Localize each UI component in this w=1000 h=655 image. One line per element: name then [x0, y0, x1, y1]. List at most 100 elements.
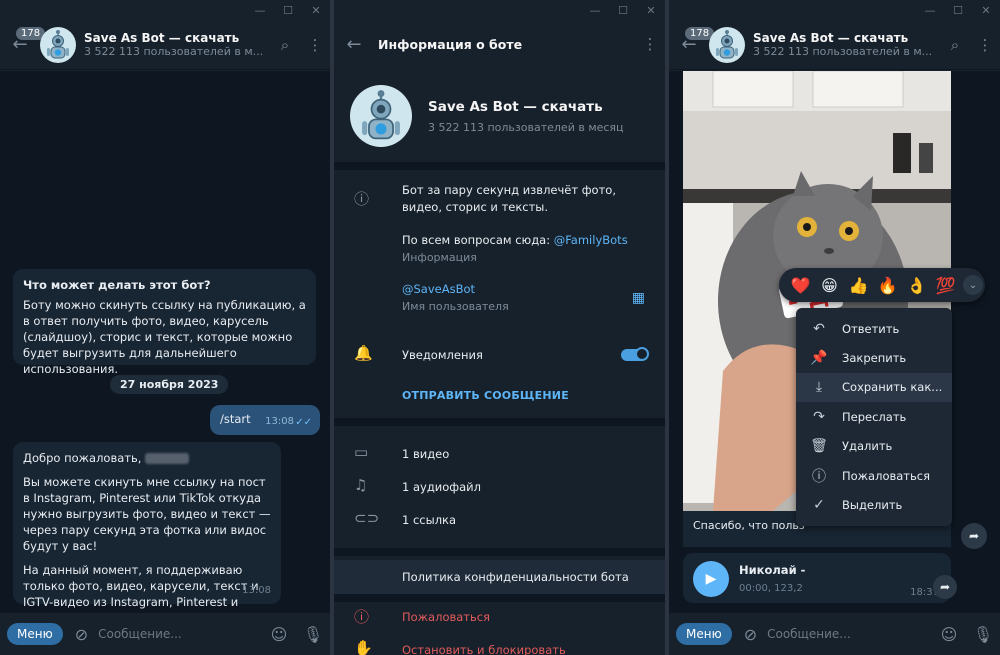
chat-header: ← 178 Save As Bot — скачать 3 522 113 по…	[669, 20, 1000, 70]
chat-subtitle: 3 522 113 пользователей в м...	[753, 45, 933, 58]
menu-item-pin[interactable]: 📌 Закрепить	[796, 343, 952, 372]
profile-section: Save As Bot — скачать 3 522 113 пользова…	[334, 70, 665, 162]
microphone-icon[interactable]: 🎙	[296, 625, 330, 644]
media-video-row[interactable]: ▭ 1 видео	[334, 443, 665, 465]
contact-text: По всем вопросам сюда:	[402, 233, 551, 247]
reactions-bar: ❤️ 😁 👍 🔥 👌 💯 ⌄	[779, 268, 985, 302]
reaction-ok-hand-icon[interactable]: 👌	[903, 276, 930, 295]
message-input-bar: Меню ⊘ Сообщение... ☺ 🎙	[669, 613, 1000, 655]
chevron-down-icon[interactable]: ⌄	[963, 275, 983, 295]
check-circle-icon: ✓	[813, 497, 825, 514]
qr-code-icon[interactable]: ▦	[632, 290, 645, 306]
pin-icon: 📌	[810, 350, 828, 367]
bell-icon: 🔔	[354, 344, 373, 362]
link-icon: ⊂⊃	[354, 509, 380, 527]
more-vertical-icon[interactable]: ⋮	[635, 35, 665, 53]
reply-icon: ↶	[813, 320, 825, 337]
forward-icon: ↷	[813, 408, 825, 425]
back-arrow-icon[interactable]: ←	[334, 34, 374, 55]
reaction-100-icon[interactable]: 💯	[932, 276, 959, 295]
block-label: Остановить и блокировать	[402, 643, 566, 655]
username-label: Имя пользователя	[402, 300, 509, 313]
media-video-count: 1 видео	[402, 447, 450, 461]
notifications-toggle[interactable]	[621, 347, 649, 361]
more-vertical-icon[interactable]: ⋮	[300, 36, 330, 54]
bot-intro-bubble: Что может делать этот бот? Боту можно ск…	[13, 269, 316, 376]
menu-item-reply[interactable]: ↶ Ответить	[796, 314, 952, 343]
reaction-grin-icon[interactable]: 😁	[816, 276, 843, 295]
info-icon: ⓘ	[354, 190, 370, 208]
minimize-button[interactable]: —	[916, 0, 944, 20]
menu-item-delete[interactable]: 🗑 Удалить	[796, 432, 952, 461]
audio-message[interactable]: ▶ Николай - 00:00, 123,2 18:37	[683, 553, 951, 603]
caption-text: Спасибо, что польз	[693, 519, 805, 532]
media-link-count: 1 ссылка	[402, 513, 457, 527]
notifications-row[interactable]: 🔔 Уведомления	[334, 344, 665, 368]
search-icon[interactable]: ⌕	[940, 36, 970, 54]
media-link-row[interactable]: ⊂⊃ 1 ссылка	[334, 509, 665, 531]
bot-menu-button[interactable]: Меню	[676, 623, 732, 645]
forward-share-icon[interactable]: ➦	[961, 523, 987, 549]
username-block[interactable]: @SaveAsBot Имя пользователя	[402, 281, 645, 315]
report-row[interactable]: ⓘ Пожаловаться	[334, 606, 665, 628]
welcome-message[interactable]: Добро пожаловать, Вы можете скинуть мне …	[13, 442, 281, 613]
block-row[interactable]: ✋ Остановить и блокировать	[334, 639, 665, 655]
forward-share-icon[interactable]: ➦	[933, 575, 957, 599]
message-list: Что может делать этот бот? Боту можно ск…	[0, 71, 330, 613]
minimize-button[interactable]: —	[581, 0, 609, 20]
menu-item-report[interactable]: ⓘ Пожаловаться	[796, 461, 952, 490]
reaction-thumbsup-icon[interactable]: 👍	[845, 276, 872, 295]
section-divider	[334, 548, 665, 556]
contact-block: По всем вопросам сюда: @FamilyBots Инфор…	[402, 232, 645, 266]
send-message-button[interactable]: ОТПРАВИТЬ СООБЩЕНИЕ	[402, 389, 569, 402]
bot-avatar[interactable]	[709, 26, 745, 63]
maximize-button[interactable]: ☐	[274, 0, 302, 20]
media-audio-count: 1 аудиофайл	[402, 480, 481, 494]
menu-item-select[interactable]: ✓ Выделить	[796, 490, 952, 519]
notifications-label: Уведомления	[402, 348, 483, 362]
welcome-paragraph-1: Вы можете скинуть мне ссылку на пост в I…	[23, 475, 271, 553]
search-icon[interactable]: ⌕	[270, 36, 300, 54]
message-input[interactable]: Сообщение...	[98, 627, 262, 641]
menu-item-save-as[interactable]: ⤓ Сохранить как...	[796, 372, 952, 403]
info-header: ← Информация о боте ⋮	[334, 20, 665, 68]
minimize-button[interactable]: —	[246, 0, 274, 20]
maximize-button[interactable]: ☐	[944, 0, 972, 20]
audio-meta: 00:00, 123,2	[739, 583, 803, 594]
menu-item-forward[interactable]: ↷ Переслать	[796, 402, 952, 431]
close-window-button[interactable]: ✕	[302, 0, 330, 20]
read-checkmarks-icon: ✓✓	[295, 417, 312, 428]
outgoing-message[interactable]: /start 13:08 ✓✓	[210, 405, 320, 435]
media-audio-row[interactable]: ♫ 1 аудиофайл	[334, 476, 665, 498]
context-menu: ↶ Ответить 📌 Закрепить ⤓ Сохранить как..…	[796, 308, 952, 526]
window-titlebar: — ☐ ✕	[669, 0, 1000, 20]
bot-avatar-large[interactable]	[350, 85, 412, 147]
close-window-button[interactable]: ✕	[637, 0, 665, 20]
intro-text: Боту можно скинуть ссылку на публикацию,…	[23, 298, 306, 376]
intro-title: Что может делать этот бот?	[23, 278, 211, 292]
trash-icon: 🗑	[810, 438, 828, 455]
emoji-icon[interactable]: ☺	[262, 625, 296, 644]
welcome-paragraph-2: На данный момент, я поддерживаю только ф…	[23, 563, 259, 613]
reaction-fire-icon[interactable]: 🔥	[874, 276, 901, 295]
microphone-icon[interactable]: 🎙	[966, 625, 1000, 644]
attach-icon[interactable]: ⊘	[744, 625, 757, 644]
report-label: Пожаловаться	[402, 610, 491, 624]
message-input[interactable]: Сообщение...	[767, 627, 932, 641]
emoji-icon[interactable]: ☺	[932, 625, 966, 644]
report-icon: ⓘ	[812, 468, 826, 485]
privacy-policy-row[interactable]: Политика конфиденциальности бота	[334, 560, 665, 594]
close-window-button[interactable]: ✕	[972, 0, 1000, 20]
play-icon[interactable]: ▶	[693, 561, 729, 597]
contact-link[interactable]: @FamilyBots	[554, 233, 628, 247]
message-input-bar: Меню ⊘ Сообщение... ☺ 🎙	[0, 613, 330, 655]
attach-icon[interactable]: ⊘	[75, 625, 88, 644]
menu-item-label: Ответить	[842, 321, 900, 336]
reaction-heart-icon[interactable]: ❤️	[787, 276, 814, 295]
more-vertical-icon[interactable]: ⋮	[970, 36, 1000, 54]
bot-avatar[interactable]	[40, 26, 76, 63]
window-titlebar: — ☐ ✕	[0, 0, 330, 20]
bot-menu-button[interactable]: Меню	[7, 623, 63, 645]
chat-title: Save As Bot — скачать	[753, 31, 909, 45]
maximize-button[interactable]: ☐	[609, 0, 637, 20]
